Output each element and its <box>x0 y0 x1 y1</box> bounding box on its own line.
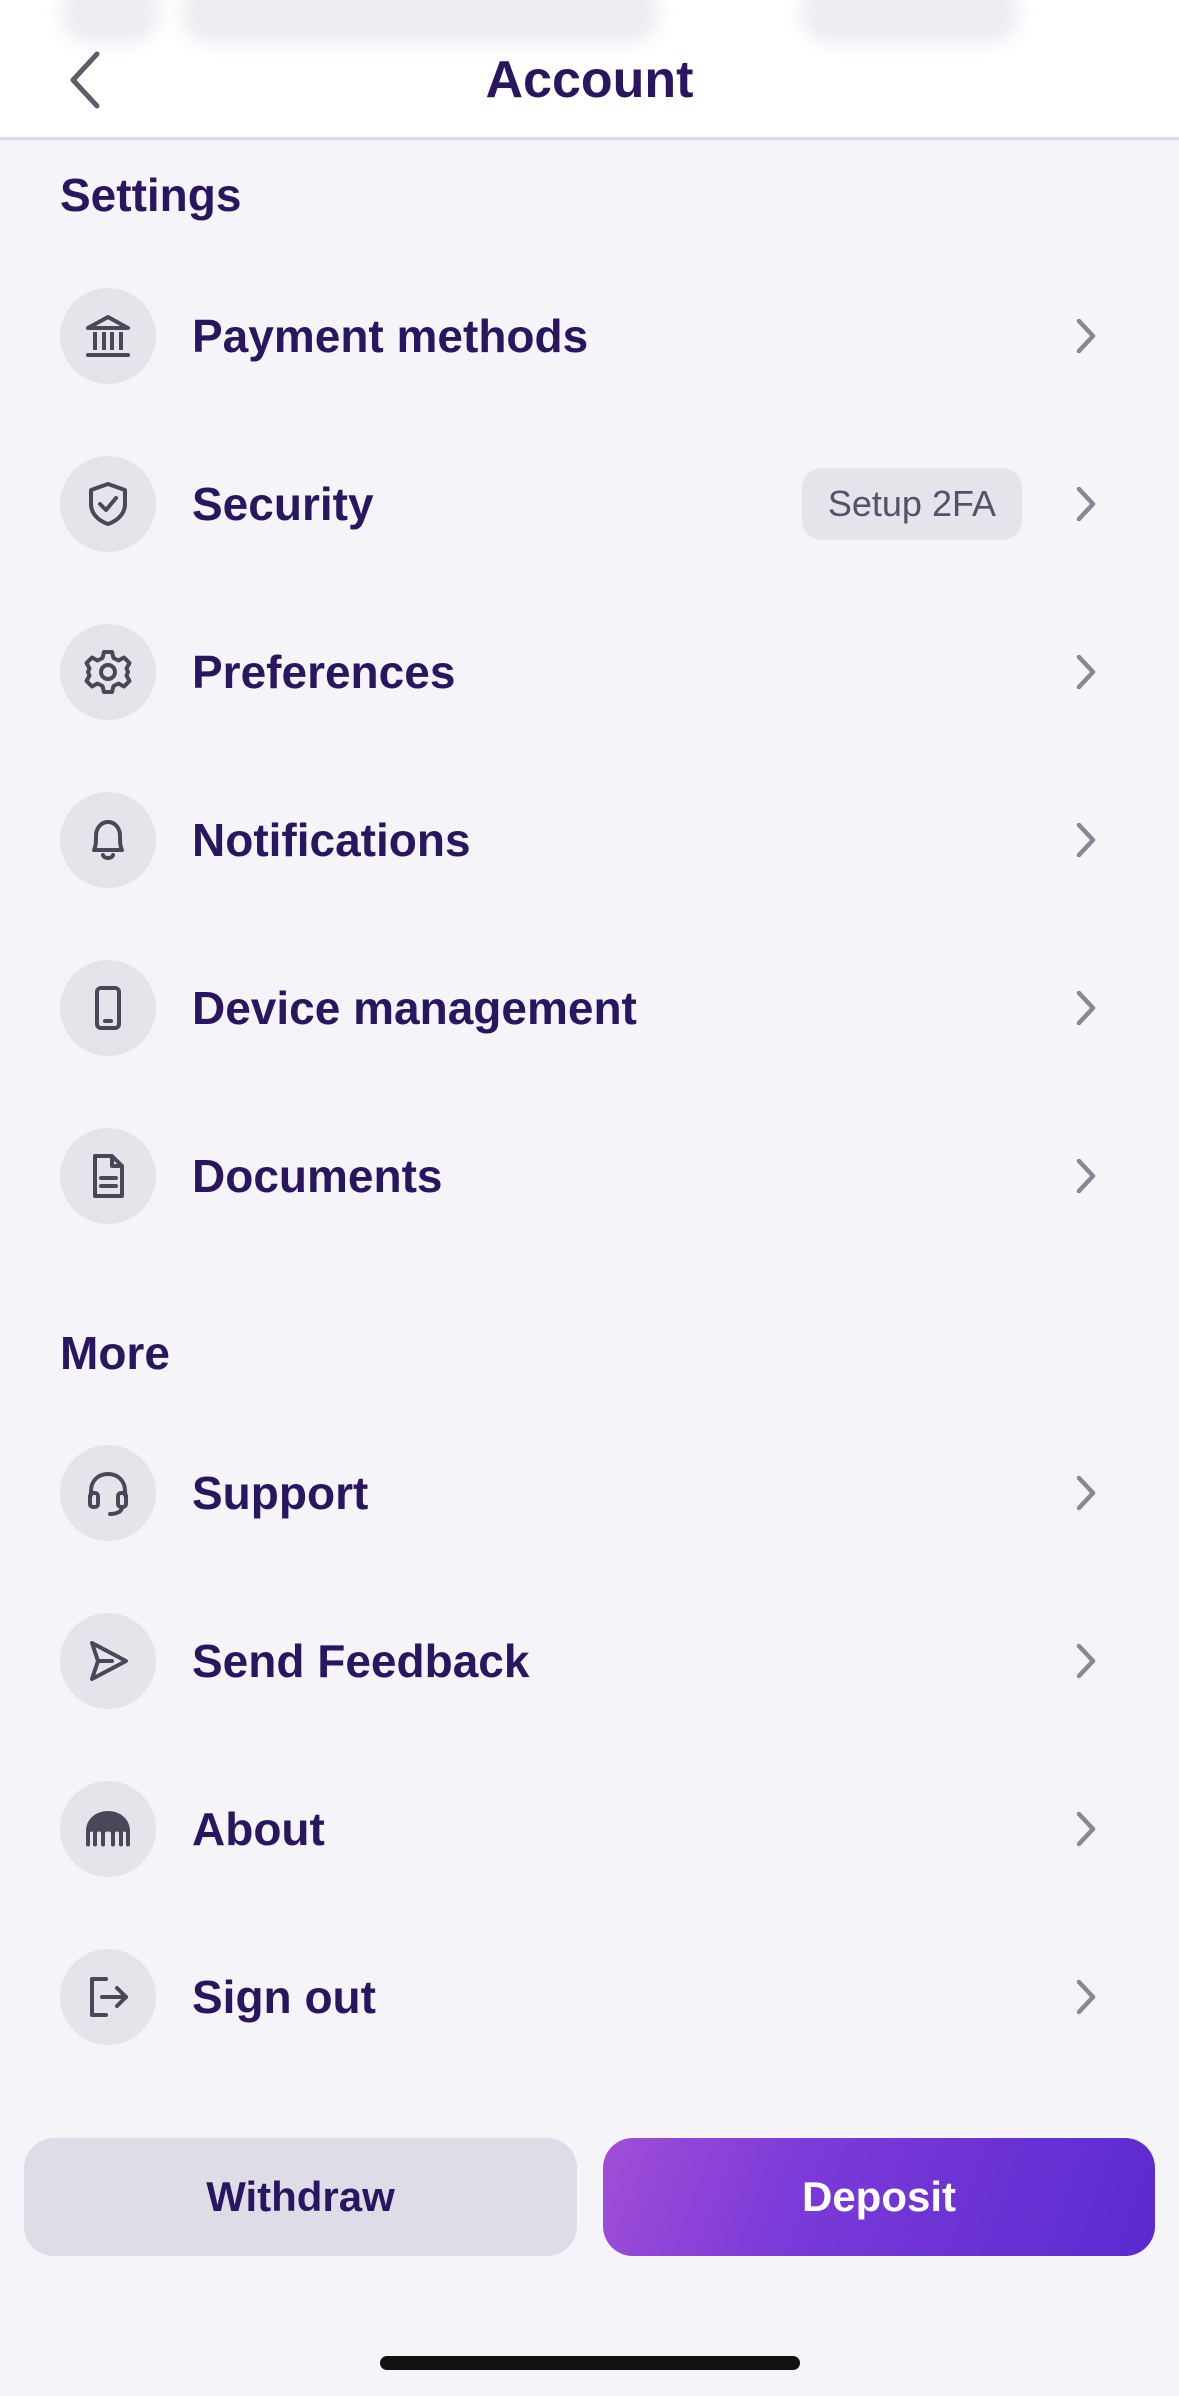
row-payment-methods[interactable]: Payment methods <box>0 252 1179 420</box>
row-label: Device management <box>192 982 637 1034</box>
row-notifications[interactable]: Notifications <box>0 756 1179 924</box>
row-documents[interactable]: Documents <box>0 1092 1179 1260</box>
chevron-right-icon <box>1066 306 1106 366</box>
header-ghost-button <box>800 0 1020 44</box>
chevron-right-icon <box>1066 1146 1106 1206</box>
chevron-right-icon <box>1066 1631 1106 1691</box>
document-icon <box>60 1128 156 1224</box>
kraken-logo-icon <box>60 1781 156 1877</box>
page-title: Account <box>485 51 694 109</box>
row-about[interactable]: About <box>0 1745 1179 1913</box>
row-device-management[interactable]: Device management <box>0 924 1179 1092</box>
row-label: About <box>192 1803 325 1855</box>
bell-icon <box>60 792 156 888</box>
row-label: Sign out <box>192 1971 376 2023</box>
row-label: Documents <box>192 1150 443 1202</box>
send-icon <box>60 1613 156 1709</box>
row-send-feedback[interactable]: Send Feedback <box>0 1577 1179 1745</box>
row-sign-out[interactable]: Sign out <box>0 1913 1179 2081</box>
gear-icon <box>60 624 156 720</box>
section-title-settings: Settings <box>60 169 242 221</box>
row-label: Security <box>192 478 374 530</box>
row-label: Payment methods <box>192 310 589 362</box>
account-screen: Account Settings Payment methods Securit… <box>0 0 1179 2396</box>
section-title-more: More <box>60 1327 170 1379</box>
header-ghost-text <box>180 0 660 44</box>
chevron-right-icon <box>1066 1463 1106 1523</box>
sign-out-icon <box>60 1949 156 2045</box>
row-support[interactable]: Support <box>0 1409 1179 1577</box>
row-preferences[interactable]: Preferences <box>0 588 1179 756</box>
shield-check-icon <box>60 456 156 552</box>
withdraw-button[interactable]: Withdraw <box>24 2138 577 2256</box>
row-label: Notifications <box>192 814 471 866</box>
header-ghost-avatar <box>60 0 160 44</box>
headset-icon <box>60 1445 156 1541</box>
chevron-right-icon <box>1066 1799 1106 1859</box>
row-label: Preferences <box>192 646 456 698</box>
setup-2fa-badge[interactable]: Setup 2FA <box>801 468 1022 540</box>
home-indicator <box>380 2356 800 2370</box>
bank-icon <box>60 288 156 384</box>
chevron-right-icon <box>1066 1967 1106 2027</box>
deposit-button[interactable]: Deposit <box>603 2138 1155 2256</box>
row-label: Send Feedback <box>192 1635 530 1687</box>
chevron-right-icon <box>1066 642 1106 702</box>
row-label: Support <box>192 1467 369 1519</box>
chevron-right-icon <box>1066 810 1106 870</box>
phone-icon <box>60 960 156 1056</box>
header: Account <box>0 0 1179 140</box>
chevron-right-icon <box>1066 474 1106 534</box>
row-security[interactable]: Security Setup 2FA <box>0 420 1179 588</box>
chevron-right-icon <box>1066 978 1106 1038</box>
